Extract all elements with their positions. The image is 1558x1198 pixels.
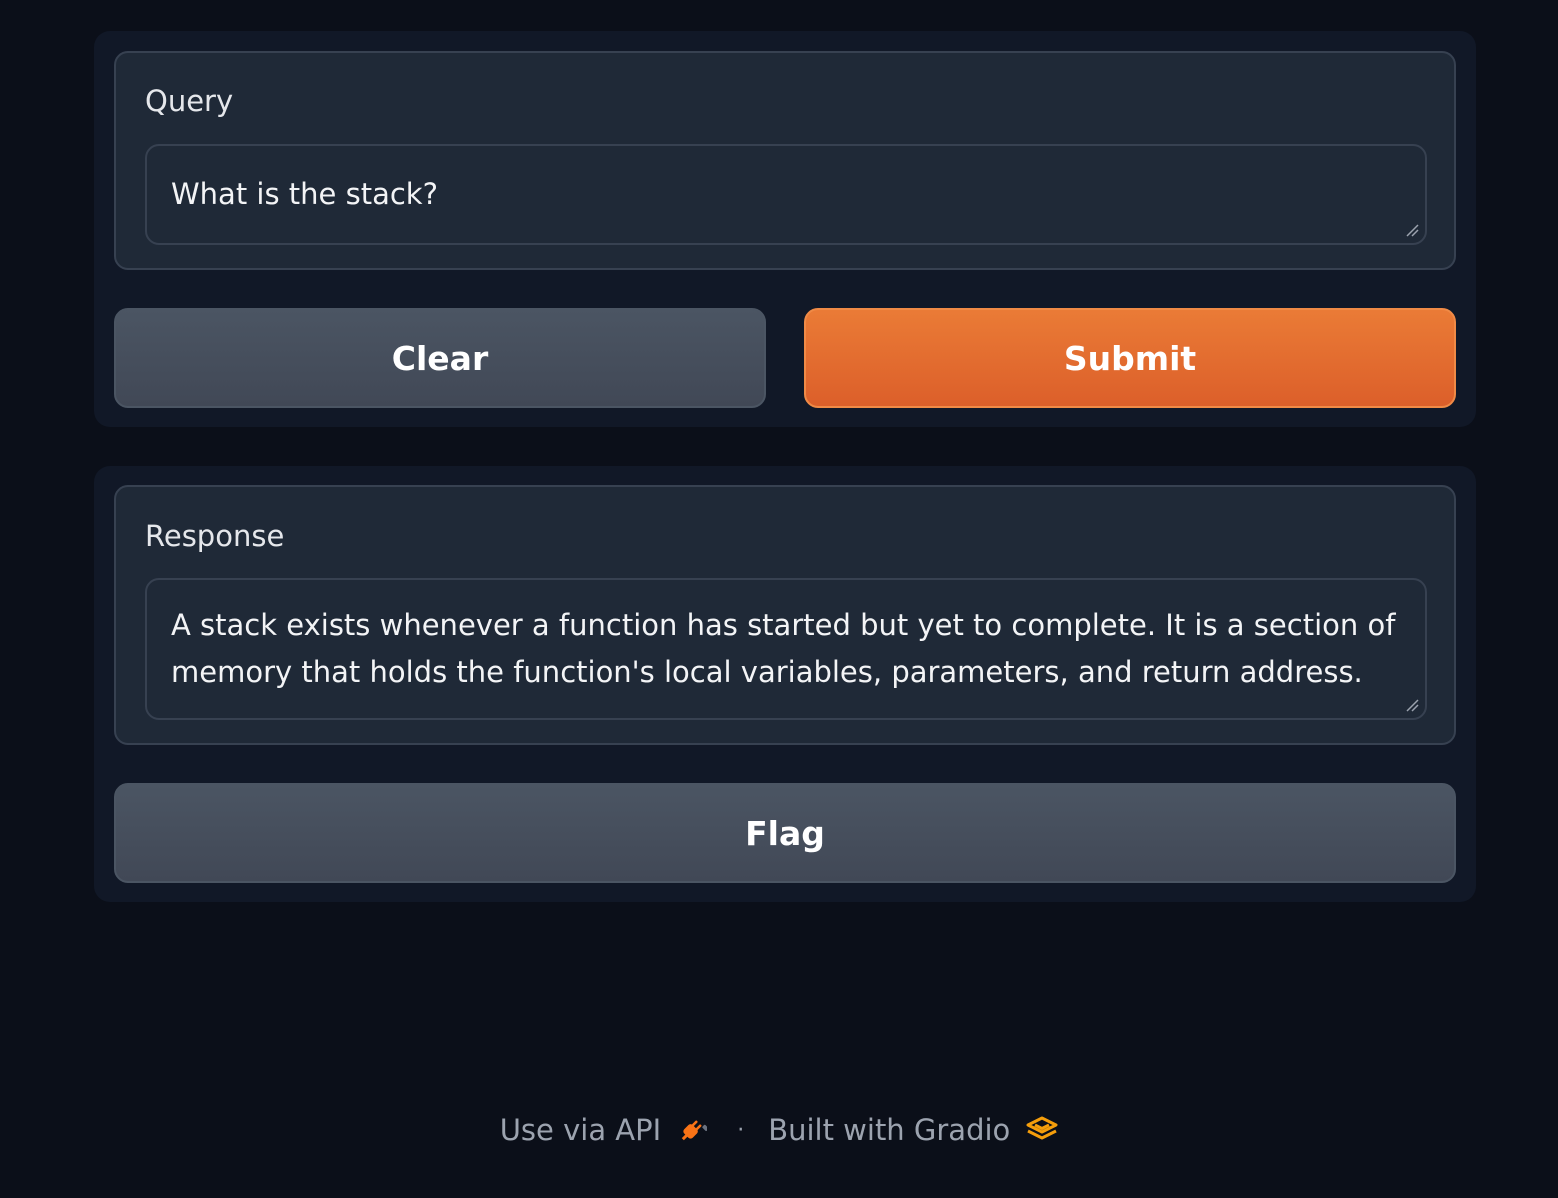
query-label: Query xyxy=(145,84,234,118)
footer-separator: · xyxy=(737,1117,745,1143)
response-label: Response xyxy=(145,519,285,553)
response-output-text: A stack exists whenever a function has s… xyxy=(171,608,1396,689)
input-panel: Query What is the stack? Clear Submit xyxy=(94,31,1476,427)
clear-button[interactable]: Clear xyxy=(114,308,766,408)
response-block: Response A stack exists whenever a funct… xyxy=(114,485,1456,745)
built-with-gradio-link[interactable]: Built with Gradio xyxy=(768,1113,1058,1147)
output-panel: Response A stack exists whenever a funct… xyxy=(94,466,1476,902)
query-block: Query What is the stack? xyxy=(114,51,1456,270)
query-input[interactable]: What is the stack? xyxy=(145,144,1427,245)
gradio-logo-icon xyxy=(1026,1116,1058,1140)
resize-handle-icon[interactable] xyxy=(1405,223,1419,237)
submit-button[interactable]: Submit xyxy=(804,308,1456,408)
plug-icon xyxy=(681,1120,708,1141)
query-input-text: What is the stack? xyxy=(171,177,438,211)
footer: Use via API · Built with Gradio xyxy=(0,1108,1558,1152)
built-with-gradio-label: Built with Gradio xyxy=(768,1113,1011,1147)
use-via-api-link[interactable]: Use via API xyxy=(499,1113,708,1147)
response-output[interactable]: A stack exists whenever a function has s… xyxy=(145,578,1427,720)
resize-handle-icon[interactable] xyxy=(1405,698,1419,712)
use-via-api-label: Use via API xyxy=(499,1113,662,1147)
flag-button[interactable]: Flag xyxy=(114,783,1456,883)
